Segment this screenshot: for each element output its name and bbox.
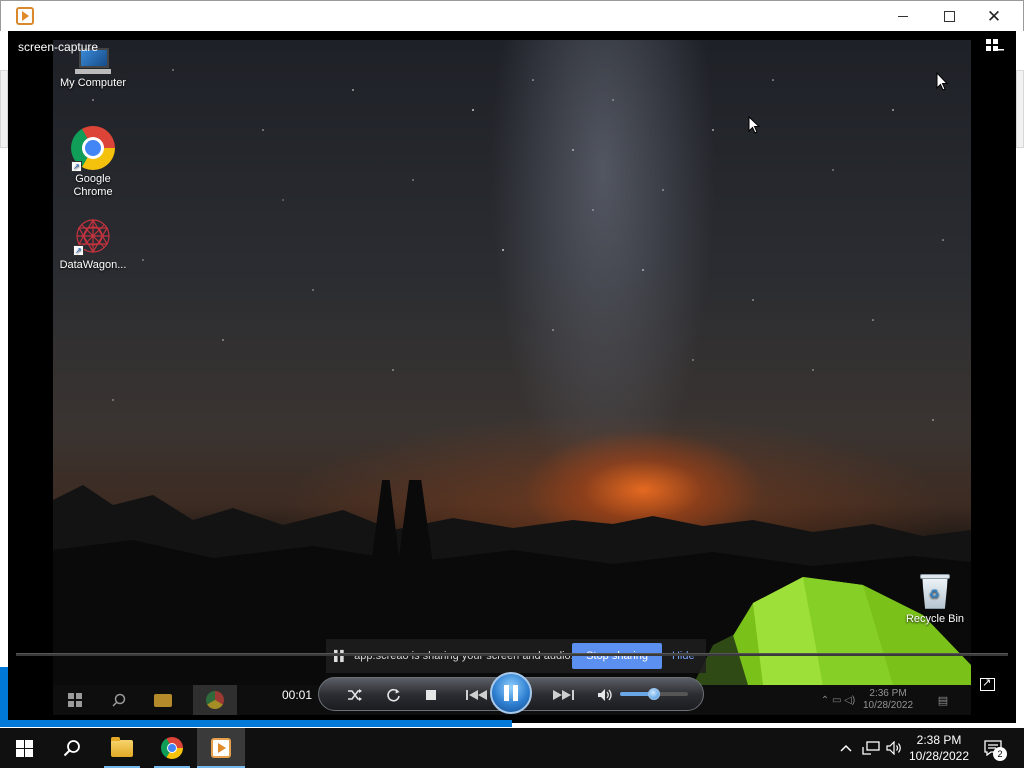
desktop-icon-label: DataWagon... <box>59 259 127 271</box>
start-button[interactable] <box>0 728 48 768</box>
shuffle-button[interactable] <box>343 678 367 712</box>
notification-count-badge: 2 <box>993 747 1007 761</box>
next-icon <box>553 690 574 700</box>
background-window-accent <box>0 667 8 723</box>
stop-icon <box>426 690 436 700</box>
captured-desktop-video[interactable]: My Computer ↗ Google Chrome ↗ DataWagon.… <box>53 40 971 685</box>
show-hidden-icons-button[interactable] <box>836 728 856 768</box>
pause-icon <box>504 685 518 701</box>
close-icon: ✕ <box>986 7 1002 26</box>
taskbar: 2:38 PM 10/28/2022 2 <box>0 728 1024 768</box>
minimize-icon <box>898 16 908 17</box>
desktop-icon-google-chrome[interactable]: ↗ Google Chrome <box>53 126 135 199</box>
stop-button[interactable] <box>419 678 443 712</box>
volume-icon <box>598 689 612 701</box>
stop-sharing-button[interactable]: Stop sharing <box>572 643 662 669</box>
media-player-icon <box>16 7 34 25</box>
media-player-area: My Computer ↗ Google Chrome ↗ DataWagon.… <box>8 31 1016 723</box>
captured-notification-icon: ▤ <box>937 694 949 707</box>
taskbar-chrome[interactable] <box>148 728 196 768</box>
hide-sharing-link[interactable]: Hide <box>672 650 695 662</box>
clock-date: 10/28/2022 <box>908 749 970 763</box>
fullscreen-button[interactable] <box>980 676 995 691</box>
file-explorer-icon <box>111 736 133 757</box>
background-window-edge <box>0 70 8 148</box>
chrome-icon <box>161 737 183 759</box>
loading-progress-strip <box>0 720 512 727</box>
repeat-icon <box>386 688 400 702</box>
desktop-icon-label: Google Chrome <box>73 173 113 198</box>
clock-time: 2:38 PM <box>916 733 962 747</box>
mute-button[interactable] <box>593 678 617 712</box>
captured-clock-date: 10/28/2022 <box>863 700 914 711</box>
minimize-button[interactable] <box>880 1 926 32</box>
previous-icon <box>466 690 487 700</box>
captured-file-explorer-icon <box>151 685 175 715</box>
shortcut-arrow-icon: ↗ <box>73 245 84 256</box>
playback-timecode: 00:01 <box>282 688 313 702</box>
volume-slider[interactable] <box>620 688 688 700</box>
shuffle-icon <box>348 689 362 701</box>
captured-tray-icons: ⌃ ▭ ◁) <box>820 694 856 706</box>
play-pause-button[interactable] <box>490 672 532 714</box>
search-icon <box>63 740 80 757</box>
taskbar-media-player[interactable] <box>197 728 245 768</box>
taskbar-file-explorer[interactable] <box>98 728 146 768</box>
volume-knob[interactable] <box>648 688 660 700</box>
close-button[interactable]: ✕ <box>971 1 1017 32</box>
captured-clock: 2:36 PM 10/28/2022 <box>863 688 913 712</box>
maximize-icon <box>943 11 955 22</box>
volume-icon <box>886 741 901 755</box>
cursor-icon <box>748 116 760 134</box>
desktop-icon-label: My Computer <box>59 77 127 89</box>
captured-chrome-icon <box>193 685 237 715</box>
maximize-button[interactable] <box>926 1 972 32</box>
media-player-icon <box>211 738 231 758</box>
window-titlebar: ✕ <box>0 0 1024 31</box>
taskbar-clock[interactable]: 2:38 PM 10/28/2022 <box>904 732 974 764</box>
repeat-button[interactable] <box>381 678 405 712</box>
captured-clock-time: 2:36 PM <box>869 688 907 699</box>
start-icon <box>15 739 33 757</box>
desktop-icon-recycle-bin[interactable]: ♻ Recycle Bin <box>893 572 971 626</box>
desktop-icon-label: Recycle Bin <box>905 613 965 625</box>
sharing-message: app.screao is sharing your screen and au… <box>354 650 574 662</box>
background-window-edge <box>1016 70 1024 148</box>
captured-search-icon <box>109 685 129 715</box>
volume-tray-button[interactable] <box>884 728 906 768</box>
layout-toggle-icon <box>986 39 1004 51</box>
shortcut-arrow-icon: ↗ <box>71 161 82 172</box>
desktop-icon-datawagon[interactable]: ↗ DataWagon... <box>53 216 135 272</box>
recycle-bin-icon: ♻ <box>919 572 951 610</box>
seek-bar[interactable] <box>16 653 1008 656</box>
cursor-icon <box>936 72 948 91</box>
datawagon-icon: ↗ <box>71 216 115 256</box>
desktop-icon-my-computer[interactable]: My Computer <box>53 48 135 90</box>
network-icon <box>862 741 880 755</box>
layout-toggle-button[interactable] <box>986 39 1004 55</box>
screen-sharing-bar: ▌▌ app.screao is sharing your screen and… <box>326 639 706 673</box>
capture-title: screen-capture <box>18 40 99 54</box>
network-button[interactable] <box>860 728 882 768</box>
chevron-up-icon <box>840 744 852 752</box>
search-button[interactable] <box>48 728 96 768</box>
next-button[interactable] <box>543 678 583 712</box>
captured-start-icon <box>65 685 85 715</box>
